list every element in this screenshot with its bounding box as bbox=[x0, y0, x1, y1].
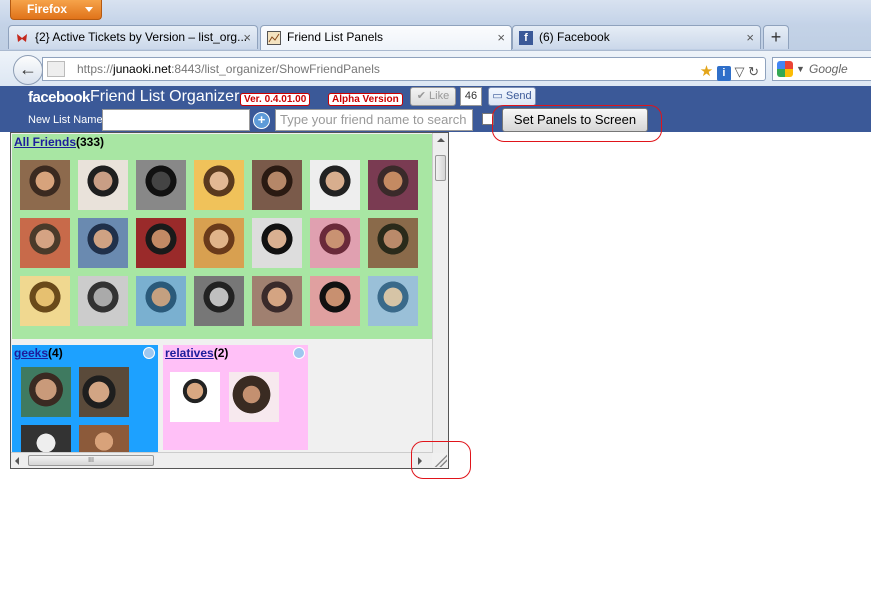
version-badge: Ver. 0.4.01.00 bbox=[240, 93, 311, 106]
scroll-thumb[interactable] bbox=[435, 155, 446, 181]
tab-active-tickets[interactable]: {2} Active Tickets by Version – list_org… bbox=[8, 25, 258, 49]
friend-photo[interactable] bbox=[194, 276, 244, 326]
list-name-link[interactable]: relatives bbox=[165, 346, 214, 360]
highlight-annotation bbox=[492, 105, 662, 142]
tab-strip: {2} Active Tickets by Version – list_org… bbox=[8, 25, 871, 50]
list-panel-geeks[interactable]: geeks(4) bbox=[12, 345, 158, 468]
friend-photo[interactable] bbox=[78, 160, 128, 210]
like-button[interactable]: ✔ Like bbox=[410, 87, 456, 106]
title-bar: Firefox bbox=[0, 0, 871, 24]
friend-photo[interactable] bbox=[194, 160, 244, 210]
new-list-name-input[interactable] bbox=[102, 109, 250, 131]
panels-container[interactable]: All Friends(333) geeks(4) relatives(2) I… bbox=[10, 132, 449, 469]
friend-photo[interactable] bbox=[78, 276, 128, 326]
close-tab-icon[interactable]: × bbox=[243, 26, 251, 49]
friend-photo[interactable] bbox=[310, 276, 360, 326]
friend-photo[interactable] bbox=[368, 276, 418, 326]
horizontal-scrollbar[interactable]: III bbox=[11, 452, 432, 468]
navigation-bar: https://junaoki.net:8443/list_organizer/… bbox=[0, 50, 871, 86]
page-title: Friend List Organizer bbox=[90, 88, 240, 105]
chevron-down-icon bbox=[85, 7, 93, 12]
friend-photo[interactable] bbox=[21, 367, 71, 417]
bookmark-star-icon[interactable]: ★ bbox=[700, 63, 713, 80]
reload-icon[interactable]: ↻ bbox=[748, 64, 759, 79]
trac-icon bbox=[17, 34, 27, 42]
all-friends-header: All Friends(333) bbox=[12, 134, 432, 151]
add-list-button[interactable]: + bbox=[253, 112, 270, 129]
all-friends-panel[interactable]: All Friends(333) bbox=[12, 134, 432, 339]
all-friends-link[interactable]: All Friends bbox=[14, 135, 76, 149]
app-header: facebook Friend List Organizer Ver. 0.4.… bbox=[0, 86, 871, 132]
send-button[interactable]: ▭ Send bbox=[488, 87, 536, 106]
firefox-menu-button[interactable]: Firefox bbox=[10, 0, 102, 20]
highlight-annotation bbox=[411, 441, 471, 479]
facebook-icon: f bbox=[519, 31, 533, 45]
search-engine-box[interactable]: ▼ Google bbox=[772, 57, 871, 81]
friend-photo[interactable] bbox=[21, 425, 71, 455]
site-identity-icon[interactable] bbox=[47, 61, 65, 77]
send-icon: ▭ bbox=[492, 90, 503, 102]
google-icon[interactable] bbox=[777, 61, 793, 77]
friend-photo[interactable] bbox=[194, 218, 244, 268]
close-tab-icon[interactable]: × bbox=[746, 26, 754, 49]
new-list-label: New List Name bbox=[28, 114, 103, 126]
dropdown-arrow-icon[interactable]: ▽ bbox=[734, 64, 744, 79]
friend-photo[interactable] bbox=[310, 160, 360, 210]
url-bar[interactable]: https://junaoki.net:8443/list_organizer/… bbox=[42, 57, 766, 81]
settings-icon[interactable] bbox=[143, 347, 155, 359]
friend-photo[interactable] bbox=[252, 276, 302, 326]
friend-photo[interactable] bbox=[368, 218, 418, 268]
like-count: 46 bbox=[460, 87, 482, 106]
alpha-badge: Alpha Version bbox=[328, 93, 403, 106]
scroll-up-icon[interactable] bbox=[437, 138, 445, 142]
back-button[interactable]: ← bbox=[13, 55, 43, 85]
list-name-link[interactable]: geeks bbox=[14, 346, 48, 360]
close-tab-icon[interactable]: × bbox=[497, 26, 505, 49]
friend-photo[interactable] bbox=[136, 218, 186, 268]
url-bar-icons: ★ i ▽ ↻ bbox=[700, 61, 759, 83]
friend-photo[interactable] bbox=[252, 218, 302, 268]
friend-photo[interactable] bbox=[368, 160, 418, 210]
settings-icon[interactable] bbox=[293, 347, 305, 359]
friend-photo[interactable] bbox=[20, 276, 70, 326]
friend-photo[interactable] bbox=[252, 160, 302, 210]
new-tab-button[interactable]: + bbox=[763, 25, 789, 49]
friend-photo[interactable] bbox=[79, 367, 129, 417]
info-icon[interactable]: i bbox=[716, 66, 731, 81]
vertical-scrollbar[interactable] bbox=[432, 133, 448, 453]
friend-photo[interactable] bbox=[229, 372, 279, 422]
friend-photo[interactable] bbox=[20, 218, 70, 268]
friend-search-input[interactable]: Type your friend name to search bbox=[275, 109, 473, 131]
friend-photo[interactable] bbox=[310, 218, 360, 268]
friend-photo[interactable] bbox=[79, 425, 129, 455]
facebook-logo: facebook bbox=[28, 89, 90, 106]
friend-photo[interactable] bbox=[20, 160, 70, 210]
browser-chrome: Firefox {2} Active Tickets by Version – … bbox=[0, 0, 871, 86]
tab-friend-list-panels[interactable]: Friend List Panels × bbox=[260, 25, 512, 50]
friend-photo[interactable] bbox=[136, 276, 186, 326]
friend-photo[interactable] bbox=[78, 218, 128, 268]
scroll-left-icon[interactable] bbox=[15, 457, 19, 465]
chevron-down-icon[interactable]: ▼ bbox=[796, 58, 805, 80]
friend-photo[interactable] bbox=[136, 160, 186, 210]
tab-facebook[interactable]: f (6) Facebook × bbox=[512, 25, 761, 49]
app-favicon-icon bbox=[267, 31, 281, 45]
scroll-thumb[interactable]: III bbox=[28, 455, 154, 466]
list-panel-header: geeks(4) bbox=[14, 346, 63, 360]
list-panel-header: relatives(2) bbox=[165, 346, 229, 360]
list-panel-relatives[interactable]: relatives(2) bbox=[163, 345, 308, 450]
friend-photo[interactable] bbox=[170, 372, 220, 422]
